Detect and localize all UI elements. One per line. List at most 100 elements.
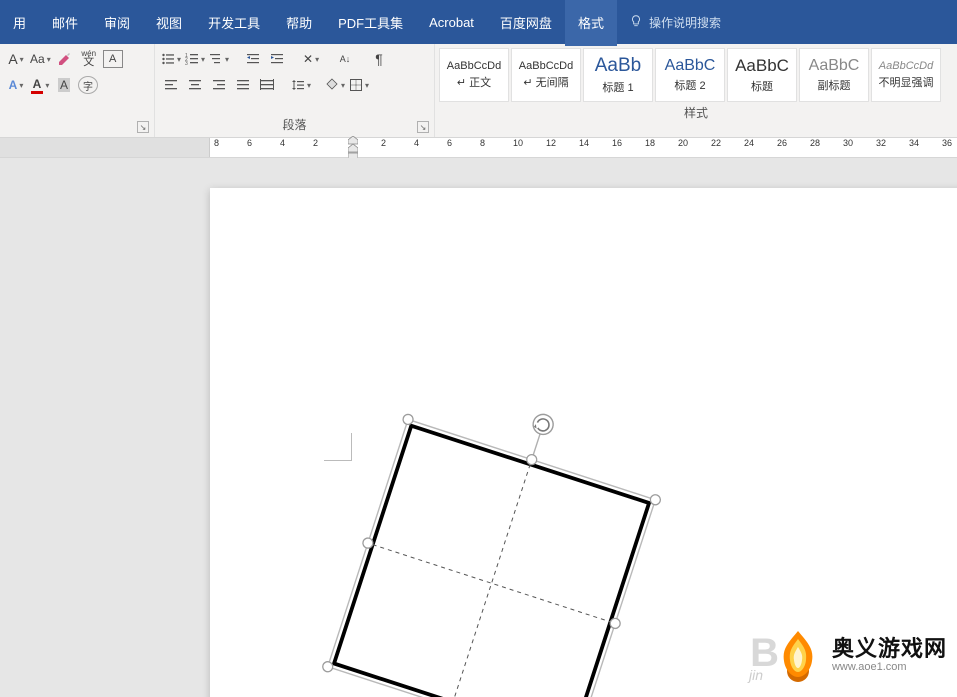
grow-font-button[interactable]: A ▾: [6, 48, 26, 70]
align-center-button[interactable]: [185, 74, 205, 96]
shading-button[interactable]: ▾: [325, 74, 345, 96]
clear-format-button[interactable]: [55, 48, 75, 70]
svg-text:3: 3: [185, 61, 188, 66]
ruler-tick: 16: [612, 138, 645, 148]
rotation-handle[interactable]: [531, 412, 556, 437]
tab-review[interactable]: 审阅: [91, 0, 143, 46]
style-heading1[interactable]: AaBb 标题 1: [583, 48, 653, 102]
chevron-down-icon: ▾: [19, 81, 23, 90]
ruler-tick: 32: [876, 138, 909, 148]
ribbon-tab-bar: 用 邮件 审阅 视图 开发工具 帮助 PDF工具集 Acrobat 百度网盘 格…: [0, 0, 957, 44]
ruler-tick: 28: [810, 138, 843, 148]
style-preview: AaBbCcDd: [447, 60, 501, 72]
style-name: ↵ 无间隔: [523, 74, 568, 90]
style-subtle-emphasis[interactable]: AaBbCcDd 不明显强调: [871, 48, 941, 102]
ruler-tick: 2: [381, 138, 414, 148]
line-spacing-button[interactable]: ▾: [291, 74, 311, 96]
style-preview: AaBbC: [665, 57, 716, 75]
font-color-a: A: [31, 77, 44, 94]
style-nospacing[interactable]: AaBbCcDd ↵ 无间隔: [511, 48, 581, 102]
char-border-a: A: [109, 53, 116, 65]
ruler-tick: 30: [843, 138, 876, 148]
pilcrow-icon: ¶: [375, 51, 383, 67]
flame-icon: [770, 627, 826, 683]
tab-pdf-tools[interactable]: PDF工具集: [325, 0, 416, 46]
watermark-title: 奥义游戏网: [832, 638, 947, 660]
chevron-down-icon: ▾: [47, 55, 51, 64]
text-highlight-button[interactable]: A: [54, 74, 74, 96]
ruler-tick: 12: [546, 138, 579, 148]
ruler-tick: 4: [280, 138, 313, 148]
tab-baidupan[interactable]: 百度网盘: [487, 0, 565, 46]
align-justify-button[interactable]: [233, 74, 253, 96]
text-highlight-a: A: [58, 78, 70, 92]
style-subtitle[interactable]: AaBbC 副标题: [799, 48, 869, 102]
sort-button[interactable]: A↓: [335, 48, 355, 70]
tab-mailings[interactable]: 邮件: [39, 0, 91, 46]
change-case-button[interactable]: Aa ▾: [30, 48, 51, 70]
tell-me-search[interactable]: 操作说明搜索: [617, 14, 733, 31]
pinyin-guide-button[interactable]: wén 文: [79, 48, 99, 70]
site-watermark: 奥义游戏网 www.aoe1.com: [770, 627, 947, 683]
ruler-tick: 24: [744, 138, 777, 148]
style-preview: AaBbC: [735, 56, 789, 76]
multilevel-list-button[interactable]: ▾: [209, 48, 229, 70]
style-name: 标题 2: [674, 77, 705, 93]
style-preview: AaBb: [595, 55, 641, 77]
align-left-button[interactable]: [161, 74, 181, 96]
text-effects-button[interactable]: A ▾: [6, 74, 26, 96]
show-hide-marks-button[interactable]: ¶: [369, 48, 389, 70]
style-normal[interactable]: AaBbCcDd ↵ 正文: [439, 48, 509, 102]
paragraph-group-launcher[interactable]: ↘: [417, 121, 429, 133]
numbering-button[interactable]: 123 ▾: [185, 48, 205, 70]
style-name: 不明显强调: [879, 74, 934, 90]
horizontal-ruler[interactable]: 8 6 4 2 2 4 6 8 10 12 14 16 18 20 22 24 …: [0, 138, 957, 158]
style-preview: AaBbCcDd: [879, 60, 933, 72]
decrease-indent-button[interactable]: [243, 48, 263, 70]
align-right-button[interactable]: [209, 74, 229, 96]
style-title[interactable]: AaBbC 标题: [727, 48, 797, 102]
borders-button[interactable]: ▾: [349, 74, 369, 96]
tell-me-placeholder: 操作说明搜索: [649, 14, 721, 31]
selected-shape-svg: [300, 398, 700, 697]
text-effects-a: A: [9, 78, 18, 92]
style-name: ↵ 正文: [457, 74, 491, 90]
increase-indent-button[interactable]: [267, 48, 287, 70]
enclose-char-button[interactable]: 字: [78, 76, 98, 94]
tab-view[interactable]: 视图: [143, 0, 195, 46]
styles-gallery[interactable]: AaBbCcDd ↵ 正文 AaBbCcDd ↵ 无间隔 AaBb 标题 1 A…: [435, 44, 957, 102]
style-name: 副标题: [818, 77, 851, 93]
change-case-label: Aa: [30, 52, 45, 66]
tab-acrobat[interactable]: Acrobat: [416, 1, 487, 44]
sort-label: A↓: [340, 54, 351, 64]
styles-group-label: 样式: [684, 106, 708, 120]
tab-developer[interactable]: 开发工具: [195, 0, 273, 46]
ruler-tick: 20: [678, 138, 711, 148]
chevron-down-icon: ▾: [20, 55, 24, 64]
selected-shape[interactable]: [321, 398, 674, 697]
ruler-tick: 10: [513, 138, 546, 148]
tab-format[interactable]: 格式: [565, 0, 617, 46]
ruler-tick: 6: [247, 138, 280, 148]
bulb-icon: [629, 14, 643, 31]
drawn-rectangle-shape[interactable]: [334, 426, 649, 697]
style-preview: AaBbCcDd: [519, 60, 573, 72]
tab-references[interactable]: 用: [0, 0, 39, 46]
tab-help[interactable]: 帮助: [273, 0, 325, 46]
style-name: 标题 1: [602, 79, 633, 95]
font-color-button[interactable]: A ▾: [30, 74, 50, 96]
ruler-tick: 8: [480, 138, 513, 148]
style-name: 标题: [751, 78, 773, 94]
bullets-button[interactable]: ▾: [161, 48, 181, 70]
enclose-zi: 字: [83, 78, 93, 93]
distribute-button[interactable]: [257, 74, 277, 96]
char-border-button[interactable]: A: [103, 50, 123, 68]
style-heading2[interactable]: AaBbC 标题 2: [655, 48, 725, 102]
ribbon-group-styles: AaBbCcDd ↵ 正文 AaBbCcDd ↵ 无间隔 AaBb 标题 1 A…: [435, 44, 957, 137]
ruler-tick: 26: [777, 138, 810, 148]
font-group-launcher[interactable]: ↘: [137, 121, 149, 133]
ruler-tick: 36: [942, 138, 957, 148]
ribbon-group-paragraph: ▾ 123 ▾ ▾ ✕▾: [155, 44, 435, 137]
asian-layout-button[interactable]: ✕▾: [301, 48, 321, 70]
style-preview: AaBbC: [809, 57, 860, 75]
